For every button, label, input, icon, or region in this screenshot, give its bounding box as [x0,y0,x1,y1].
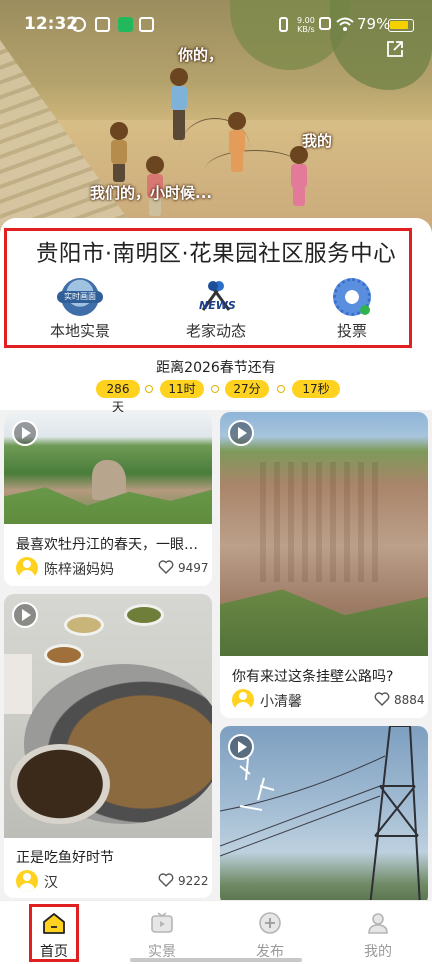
sim-off-icon [319,17,331,30]
play-icon[interactable] [12,602,38,628]
share-icon[interactable] [386,40,404,58]
like-count: 8884 [394,693,425,707]
countdown-separator [211,385,219,393]
feed-username: 陈梓涵妈妈 [44,562,114,578]
highlight-box [29,904,79,962]
nav-label: 我的 [364,944,392,960]
countdown-days: 286天 [96,380,140,414]
avatar [232,689,254,711]
feed-thumbnail [220,412,428,656]
app-notification-icon [71,17,86,32]
profile-icon [368,913,388,934]
app-notification-icon [139,17,154,32]
heart-icon[interactable] [158,560,174,574]
feed-title: 正是吃鱼好时节 [16,850,114,866]
feed-card[interactable] [220,726,428,906]
avatar [16,557,38,579]
heart-icon[interactable] [158,873,174,887]
hero-caption: 我的 [302,132,333,150]
countdown-seconds: 17秒 [292,380,340,398]
status-time: 12:32 [24,14,79,34]
app-screen: 你的， 我的 我们的，小时候... 12:32 9.00 KB/s 79% 贵阳市… [0,0,432,964]
nav-item-live[interactable]: 实景 [122,901,202,964]
countdown-separator [145,385,153,393]
countdown-separator [277,385,285,393]
app-notification-icon [95,17,110,32]
wechat-notification-icon [118,17,133,32]
like-count: 9222 [178,874,209,888]
child-figure [228,112,246,172]
battery-percent: 79% [357,15,391,33]
tv-icon [151,912,173,933]
play-icon[interactable] [228,420,254,446]
feed-card[interactable]: 最喜欢牡丹江的春天，一眼… 陈梓涵妈妈 9497 [4,412,212,586]
feed-thumbnail [4,594,212,838]
heart-icon[interactable] [374,692,390,706]
feed-card[interactable]: 你有来过这条挂壁公路吗? 小清馨 8884 [220,412,428,718]
feed-username: 汉 [44,875,58,891]
feed-card[interactable]: 正是吃鱼好时节 汉 9222 [4,594,212,898]
network-speed: 9.00 KB/s [297,16,315,34]
nav-item-profile[interactable]: 我的 [338,901,418,964]
play-icon[interactable] [12,420,38,446]
hero-caption: 我们的，小时候... [90,184,213,202]
avatar [16,870,38,892]
wifi-icon [336,17,354,31]
child-figure [110,122,128,182]
plus-circle-icon [259,912,281,934]
countdown-hours: 11时 [160,380,204,398]
home-indicator[interactable] [130,958,302,962]
like-count: 9497 [178,561,209,575]
countdown-minutes: 27分 [225,380,269,398]
play-icon[interactable] [228,734,254,760]
child-figure [290,146,308,206]
child-figure [170,68,188,140]
feed-title: 你有来过这条挂壁公路吗? [232,669,394,685]
battery-icon [388,19,414,32]
highlight-box [4,228,412,348]
nav-item-publish[interactable]: 发布 [230,901,310,964]
feed-title: 最喜欢牡丹江的春天，一眼… [16,537,198,553]
status-bar: 12:32 9.00 KB/s 79% [0,0,432,48]
vibrate-icon [279,17,288,32]
countdown-label: 距离2026春节还有 [156,360,276,376]
feed-username: 小清馨 [260,694,302,710]
